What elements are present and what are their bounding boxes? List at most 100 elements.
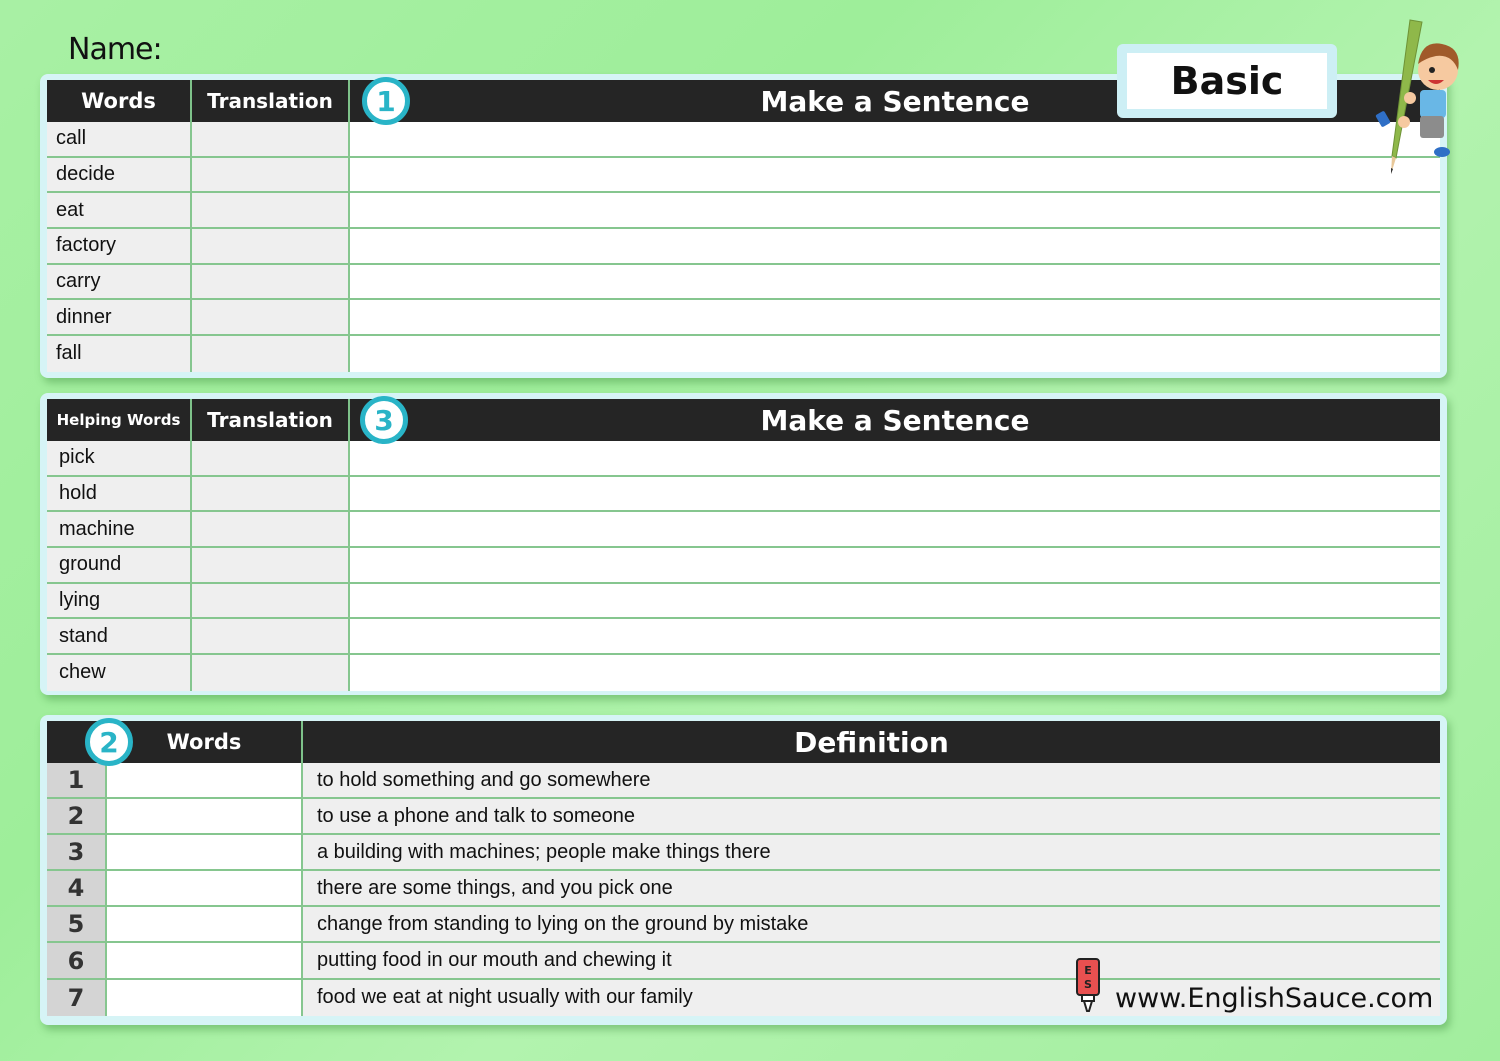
table-row: factory <box>47 229 1440 265</box>
word-cell: dinner <box>47 300 192 335</box>
row-number: 5 <box>47 907 107 942</box>
word-answer-field[interactable] <box>107 943 303 978</box>
word-cell: factory <box>47 229 192 263</box>
word-answer-field[interactable] <box>107 907 303 942</box>
table-row: 5 change from standing to lying on the gr… <box>47 907 1440 944</box>
word-cell: stand <box>47 619 192 654</box>
table-row: 2 to use a phone and talk to someone <box>47 799 1440 836</box>
sentence-field[interactable] <box>350 583 1440 618</box>
table-row: 1 to hold something and go somewhere <box>47 763 1440 800</box>
definition-cell: to use a phone and talk to someone <box>303 799 1440 834</box>
sentence-column-header: Make a Sentence <box>760 403 1030 437</box>
translation-field[interactable] <box>192 300 350 335</box>
definition-cell: change from standing to lying on the gro… <box>303 907 1440 942</box>
sentence-field[interactable] <box>350 122 1440 156</box>
row-number: 4 <box>47 871 107 906</box>
table-row: stand <box>47 619 1440 656</box>
section-3-rows: pick hold machine ground lying stand che… <box>47 441 1440 691</box>
translation-field[interactable] <box>192 336 350 372</box>
sentence-field[interactable] <box>350 441 1440 475</box>
sentence-field[interactable] <box>350 229 1440 263</box>
sentence-field[interactable] <box>350 300 1440 335</box>
word-cell: carry <box>47 264 192 299</box>
word-answer-field[interactable] <box>107 763 303 798</box>
translation-field[interactable] <box>192 583 350 618</box>
table-row: ground <box>47 548 1440 584</box>
sentence-field[interactable] <box>350 193 1440 228</box>
words-column-header: Words <box>47 80 192 122</box>
word-cell: lying <box>47 583 192 618</box>
name-label: Name: <box>68 32 163 67</box>
boy-with-pencil-icon <box>1375 19 1459 174</box>
table-row: dinner <box>47 300 1440 337</box>
table-row: 3 a building with machines; people make t… <box>47 835 1440 872</box>
word-cell: call <box>47 122 192 156</box>
table-row: call <box>47 122 1440 158</box>
word-cell: fall <box>47 336 192 372</box>
level-label: Basic <box>1127 53 1327 109</box>
section-1-rows: call decide eat factory carry dinner fal… <box>47 122 1440 372</box>
translation-field[interactable] <box>192 264 350 299</box>
table-row: fall <box>47 336 1440 372</box>
row-number: 2 <box>47 799 107 834</box>
word-answer-field[interactable] <box>107 835 303 870</box>
row-number: 3 <box>47 835 107 870</box>
table-row: 4 there are some things, and you pick one <box>47 871 1440 908</box>
translation-field[interactable] <box>192 122 350 156</box>
table-row: carry <box>47 264 1440 301</box>
word-answer-field[interactable] <box>107 799 303 834</box>
words-column-header: Words <box>107 721 303 763</box>
brand-url[interactable]: www.EnglishSauce.com <box>1115 983 1433 1014</box>
table-row: chew <box>47 655 1440 691</box>
section-3-header: Helping Words Translation Make a Sentenc… <box>47 396 1440 444</box>
sentence-field[interactable] <box>350 619 1440 654</box>
sentence-field[interactable] <box>350 264 1440 299</box>
table-row: hold <box>47 476 1440 513</box>
svg-text:E: E <box>1084 964 1092 977</box>
definition-cell: a building with machines; people make th… <box>303 835 1440 870</box>
translation-field[interactable] <box>192 619 350 654</box>
footer-brand: E S www.EnglishSauce.com <box>1075 955 1433 1014</box>
translation-field[interactable] <box>192 193 350 228</box>
word-cell: machine <box>47 512 192 547</box>
sauce-bottle-logo-icon: E S <box>1076 957 1100 1012</box>
table-row: eat <box>47 193 1440 230</box>
word-cell: ground <box>47 548 192 582</box>
section-2-header: Words Definition 2 <box>47 718 1440 766</box>
word-cell: eat <box>47 193 192 228</box>
sentence-field[interactable] <box>350 548 1440 582</box>
helping-words-column-header: Helping Words <box>47 399 192 441</box>
section-badge-1: 1 <box>362 77 410 125</box>
translation-column-header: Translation <box>192 399 350 441</box>
level-tab: Basic <box>1117 44 1337 118</box>
sentence-field[interactable] <box>350 336 1440 372</box>
word-answer-field[interactable] <box>107 871 303 906</box>
section-badge-3: 3 <box>360 396 408 444</box>
word-cell: pick <box>47 441 192 475</box>
section-1-panel: Words Translation Make a Sentence 1 call… <box>40 74 1447 378</box>
translation-field[interactable] <box>192 229 350 263</box>
word-cell: chew <box>47 655 192 691</box>
word-answer-field[interactable] <box>107 979 303 1016</box>
translation-field[interactable] <box>192 441 350 475</box>
section-3-panel: Helping Words Translation Make a Sentenc… <box>40 393 1447 695</box>
sentence-field[interactable] <box>350 512 1440 547</box>
translation-field[interactable] <box>192 476 350 511</box>
row-number: 1 <box>47 763 107 798</box>
definition-column-header: Definition <box>794 725 949 759</box>
translation-field[interactable] <box>192 512 350 547</box>
svg-text:S: S <box>1084 978 1092 991</box>
translation-field[interactable] <box>192 548 350 582</box>
translation-field[interactable] <box>192 655 350 691</box>
sentence-field[interactable] <box>350 476 1440 511</box>
row-number: 6 <box>47 943 107 978</box>
sentence-field[interactable] <box>350 655 1440 691</box>
table-row: decide <box>47 157 1440 194</box>
word-cell: hold <box>47 476 192 511</box>
word-cell: decide <box>47 157 192 192</box>
definition-cell: to hold something and go somewhere <box>303 763 1440 798</box>
table-row: pick <box>47 441 1440 477</box>
translation-field[interactable] <box>192 157 350 192</box>
sentence-field[interactable] <box>350 157 1440 192</box>
table-row: machine <box>47 512 1440 549</box>
